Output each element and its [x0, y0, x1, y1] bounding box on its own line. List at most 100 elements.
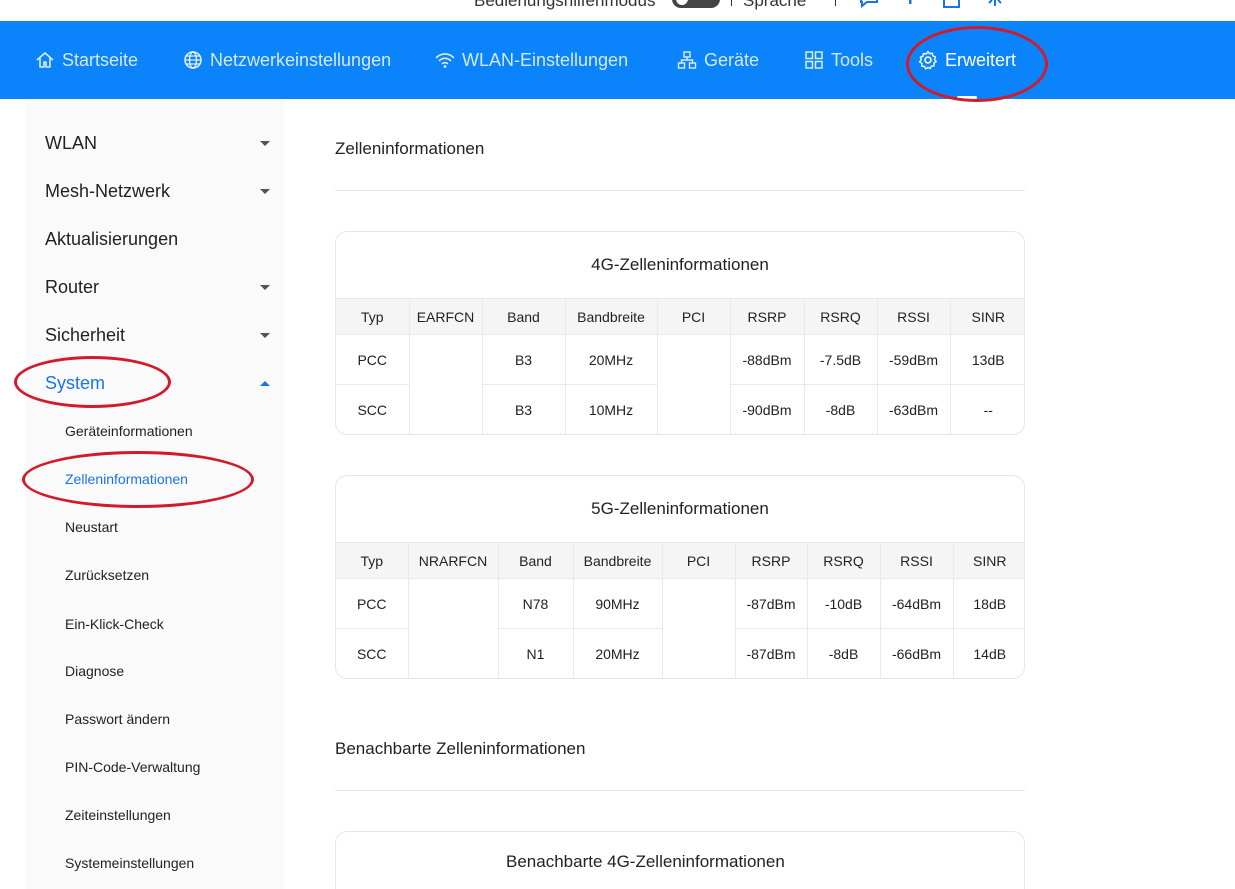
table-4g-cells: Typ EARFCN Band Bandbreite PCI RSRP RSRQ… — [336, 298, 1024, 434]
sidebar-item-mesh-netzwerk[interactable]: Mesh-Netzwerk — [45, 175, 270, 207]
table-cell: -- — [949, 384, 1024, 434]
table-cell: -7.5dB — [803, 334, 877, 385]
table-cell: 10MHz — [564, 384, 657, 434]
table-cell: B3 — [481, 384, 565, 434]
nav-item-netzwerkeinstellungen[interactable]: Netzwerkeinstellungen — [183, 21, 391, 99]
column-header: Band — [481, 298, 565, 335]
nav-item-erweitert[interactable]: Erweitert — [918, 21, 1016, 99]
sidebar-subitem-neustart[interactable]: Neustart — [65, 515, 265, 539]
sidebar-subitem-label: Systemeinstellungen — [65, 855, 195, 871]
chevron-down-icon — [260, 141, 270, 146]
sidebar-subitem-geraeteinformationen[interactable]: Geräteinformationen — [65, 419, 265, 443]
nav-item-wlan-einstellungen[interactable]: WLAN-Einstellungen — [435, 21, 628, 99]
sidebar-subitem-label: PIN-Code-Verwaltung — [65, 759, 201, 775]
table-row: PCC B3 20MHz -88dBm -7.5dB -59dBm 13dB — [336, 334, 1024, 385]
sidebar-subitem-label: Ein-Klick-Check — [65, 616, 164, 632]
table-cell: 20MHz — [572, 628, 662, 678]
sidebar-item-label: Router — [45, 276, 100, 297]
table-cell: -63dBm — [876, 384, 950, 434]
nav-label: Startseite — [62, 49, 139, 70]
sidebar-item-sicherheit[interactable]: Sicherheit — [45, 319, 270, 351]
accessibility-mode-label: Bedienungshilfenmodus — [474, 0, 656, 10]
column-header: Typ — [336, 542, 408, 579]
column-header: PCI — [656, 298, 730, 335]
table-cell — [661, 578, 735, 629]
sidebar-subitem-zelleninformationen[interactable]: Zelleninformationen — [65, 467, 265, 491]
table-cell — [661, 628, 735, 678]
table-5g-cells: Typ NRARFCN Band Bandbreite PCI RSRP RSR… — [336, 542, 1024, 678]
table-cell: -88dBm — [729, 334, 804, 385]
gear-icon — [918, 50, 938, 70]
sidebar-item-label: Mesh-Netzwerk — [45, 180, 171, 201]
chevron-down-icon — [260, 189, 270, 194]
edit-icon[interactable] — [941, 0, 963, 16]
wifi-icon — [435, 50, 455, 70]
table-cell: 14dB — [952, 628, 1024, 678]
table-header-row: Typ NRARFCN Band Bandbreite PCI RSRP RSR… — [336, 542, 1024, 579]
table-cell: -10dB — [806, 578, 880, 629]
nav-label: Netzwerkeinstellungen — [210, 49, 392, 70]
table-cell: -8dB — [806, 628, 880, 678]
nav-item-startseite[interactable]: Startseite — [35, 21, 138, 99]
chat-icon[interactable] — [858, 0, 880, 16]
table-row: SCC B3 10MHz -90dBm -8dB -63dBm -- — [336, 384, 1024, 434]
sidebar-subitem-pin-code-verwaltung[interactable]: PIN-Code-Verwaltung — [65, 755, 265, 779]
table-cell: -66dBm — [879, 628, 953, 678]
table-cell: PCC — [336, 578, 408, 629]
nav-item-tools[interactable]: Tools — [804, 21, 873, 99]
sidebar-subitem-label: Diagnose — [65, 663, 125, 679]
sidebar-subitem-label: Geräteinformationen — [65, 423, 193, 439]
column-header: RSRP — [729, 298, 804, 335]
sidebar-item-label: System — [45, 372, 106, 393]
sidebar-subitem-zeiteinstellungen[interactable]: Zeiteinstellungen — [65, 803, 265, 827]
table-cell: -87dBm — [734, 578, 807, 629]
column-header: Bandbreite — [572, 542, 662, 579]
table-cell — [408, 384, 482, 434]
table-cell — [408, 334, 482, 385]
column-header: RSSI — [876, 298, 950, 335]
sidebar-subitem-passwort-aendern[interactable]: Passwort ändern — [65, 707, 265, 731]
column-header: RSRQ — [803, 298, 877, 335]
page-title: Zelleninformationen — [335, 139, 485, 158]
column-header: PCI — [661, 542, 735, 579]
sidebar-subitem-diagnose[interactable]: Diagnose — [65, 659, 265, 683]
loading-icon[interactable] — [985, 0, 1005, 16]
table-cell — [656, 384, 730, 434]
nav-item-geraete[interactable]: Geräte — [677, 21, 759, 99]
divider — [835, 0, 836, 6]
main-navigation: Startseite Netzwerkeinstellungen WLAN-Ei… — [0, 21, 1235, 99]
sidebar-item-label: Sicherheit — [45, 324, 126, 345]
card-title: Benachbarte 4G-Zelleninformationen — [506, 852, 785, 871]
sidebar-subitem-ein-klick-check[interactable]: Ein-Klick-Check — [65, 612, 265, 636]
sidebar-subitem-zuruecksetzen[interactable]: Zurücksetzen — [65, 563, 265, 587]
divider — [335, 190, 1025, 191]
nav-label: Erweitert — [945, 49, 1017, 70]
table-cell: 13dB — [949, 334, 1024, 385]
card-neighbor-4g-cell-info: Benachbarte 4G-Zelleninformationen — [335, 831, 1025, 889]
sidebar-item-wlan[interactable]: WLAN — [45, 127, 270, 159]
table-cell — [407, 628, 498, 678]
sidebar-subitem-label: Neustart — [65, 519, 118, 535]
table-cell: 18dB — [952, 578, 1024, 629]
globe-icon — [183, 50, 203, 70]
sidebar-subitem-systemeinstellungen[interactable]: Systemeinstellungen — [65, 851, 265, 875]
sidebar-subitem-label: Zelleninformationen — [65, 471, 188, 487]
language-selector[interactable]: Sprache — [743, 0, 806, 11]
table-header-row: Typ EARFCN Band Bandbreite PCI RSRP RSRQ… — [336, 298, 1024, 335]
table-cell: 20MHz — [564, 334, 657, 385]
sidebar-item-label: Aktualisierungen — [45, 228, 179, 249]
sidebar-item-aktualisierungen[interactable]: Aktualisierungen — [45, 223, 270, 255]
neighbor-section-title: Benachbarte Zelleninformationen — [335, 739, 586, 758]
column-header: SINR — [949, 298, 1024, 335]
info-icon[interactable] — [905, 0, 915, 16]
column-header: SINR — [952, 542, 1024, 579]
sidebar-item-label: WLAN — [45, 132, 98, 153]
card-title: 4G-Zelleninformationen — [591, 255, 769, 274]
column-header: Band — [497, 542, 573, 579]
sidebar-item-router[interactable]: Router — [45, 271, 270, 303]
sidebar-item-system[interactable]: System — [45, 367, 270, 399]
chevron-up-icon — [260, 381, 270, 386]
table-row: PCC N78 90MHz -87dBm -10dB -64dBm 18dB — [336, 578, 1024, 629]
accessibility-mode-toggle[interactable] — [672, 0, 720, 8]
table-cell: -87dBm — [734, 628, 807, 678]
